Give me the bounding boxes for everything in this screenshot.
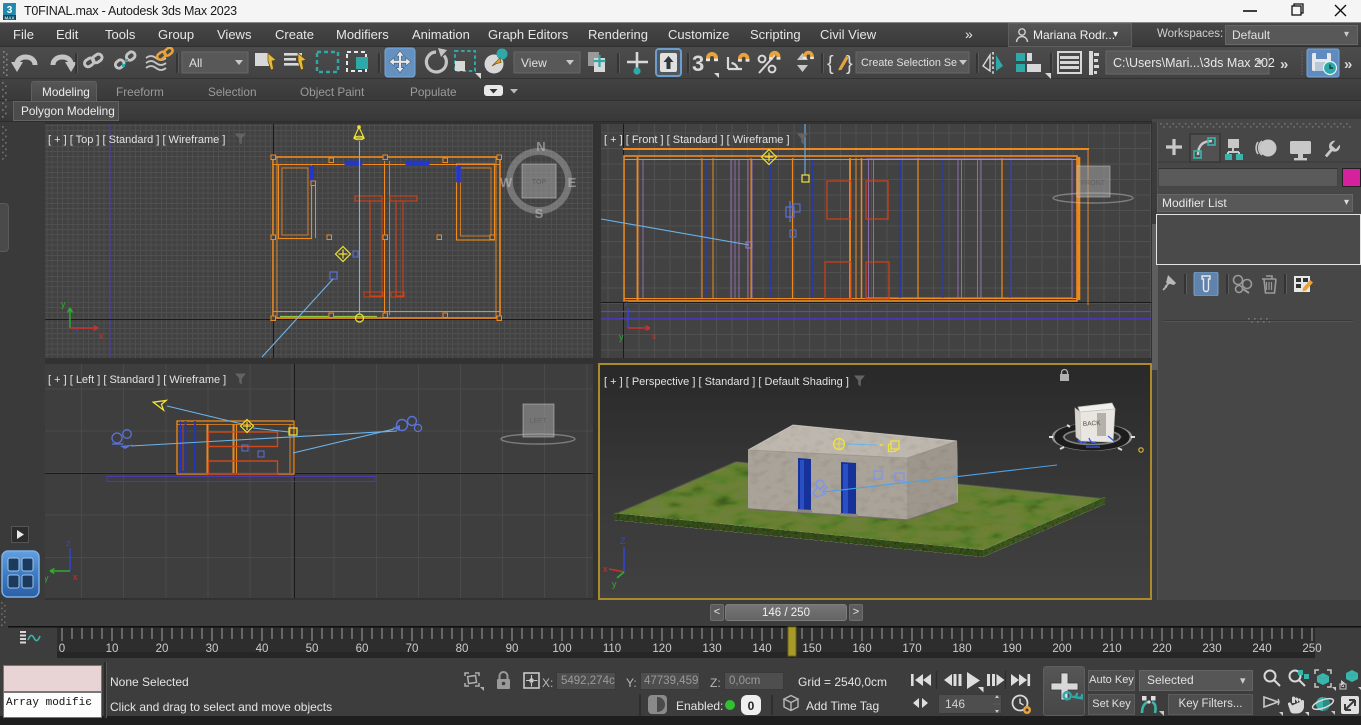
svg-text:FRONT: FRONT — [1081, 180, 1106, 187]
svg-text:C:\Users\Mari...\3ds Max 202: C:\Users\Mari...\3ds Max 202 — [1113, 56, 1275, 70]
svg-text:x: x — [73, 572, 78, 582]
svg-text:Enabled:: Enabled: — [676, 699, 723, 713]
svg-text:LEFT: LEFT — [529, 418, 547, 425]
svg-text:{: { — [827, 53, 834, 75]
svg-text:160: 160 — [852, 643, 871, 655]
svg-text:y: y — [619, 332, 624, 342]
svg-text:210: 210 — [1102, 643, 1121, 655]
svg-text:50: 50 — [306, 643, 319, 655]
svg-text:[ + ] [ Perspective ] [ Standa: [ + ] [ Perspective ] [ Standard ] [ Def… — [604, 376, 849, 388]
svg-text:View: View — [521, 56, 547, 70]
svg-text:[ + ] [ Top ] [ Standard ] [ W: [ + ] [ Top ] [ Standard ] [ Wireframe ] — [48, 134, 225, 146]
svg-text:30: 30 — [206, 643, 219, 655]
svg-text:0: 0 — [59, 643, 65, 655]
svg-text:3: 3 — [7, 5, 13, 16]
svg-text:x: x — [652, 331, 657, 341]
svg-text:150: 150 — [802, 643, 821, 655]
svg-text:W: W — [500, 175, 513, 190]
svg-text:230: 230 — [1202, 643, 1221, 655]
svg-text:220: 220 — [1152, 643, 1171, 655]
svg-text:TOP: TOP — [532, 179, 547, 186]
svg-text:130: 130 — [702, 643, 721, 655]
svg-text:Add Time Tag: Add Time Tag — [806, 699, 879, 713]
svg-text:190: 190 — [1002, 643, 1021, 655]
svg-text:»: » — [1280, 56, 1288, 73]
svg-text:60: 60 — [356, 643, 369, 655]
svg-text:y: y — [61, 299, 66, 309]
svg-text:90: 90 — [506, 643, 519, 655]
svg-text:y: y — [45, 573, 49, 583]
svg-text:E: E — [568, 175, 577, 190]
svg-text:250: 250 — [1302, 643, 1321, 655]
svg-text:z: z — [74, 327, 78, 336]
svg-text:40: 40 — [256, 643, 269, 655]
svg-text:}: } — [846, 53, 853, 75]
svg-text:110: 110 — [603, 643, 621, 655]
svg-text:200: 200 — [1052, 643, 1071, 655]
svg-text:z: z — [624, 298, 629, 308]
svg-text:10: 10 — [106, 643, 119, 655]
svg-text:140: 140 — [752, 643, 771, 655]
svg-text:BACK: BACK — [1083, 420, 1102, 428]
svg-text:170: 170 — [902, 643, 921, 655]
svg-text:120: 120 — [652, 643, 671, 655]
svg-text:MAX: MAX — [5, 16, 15, 21]
svg-text:80: 80 — [456, 643, 469, 655]
svg-text:x: x — [603, 564, 608, 574]
svg-text:180: 180 — [952, 643, 971, 655]
svg-text:[ + ] [ Front ] [ Standard ] [: [ + ] [ Front ] [ Standard ] [ Wireframe… — [604, 134, 790, 146]
svg-text:100: 100 — [552, 643, 571, 655]
svg-text:All: All — [189, 56, 202, 70]
svg-text:z: z — [66, 538, 71, 548]
svg-text:S: S — [535, 206, 544, 221]
svg-text:N: N — [536, 139, 545, 154]
svg-text:Z: Z — [620, 536, 626, 546]
svg-text:Create Selection Se: Create Selection Se — [861, 57, 957, 69]
svg-text:»: » — [1344, 56, 1352, 73]
svg-text:70: 70 — [406, 643, 419, 655]
svg-text:240: 240 — [1252, 643, 1271, 655]
svg-text:y: y — [612, 579, 617, 589]
svg-text:[ + ] [ Left ] [ Standard ] [: [ + ] [ Left ] [ Standard ] [ Wireframe … — [48, 374, 226, 386]
svg-text:3: 3 — [692, 51, 704, 76]
svg-text:20: 20 — [156, 643, 169, 655]
svg-text:x: x — [99, 331, 104, 341]
svg-text:0: 0 — [748, 699, 755, 713]
